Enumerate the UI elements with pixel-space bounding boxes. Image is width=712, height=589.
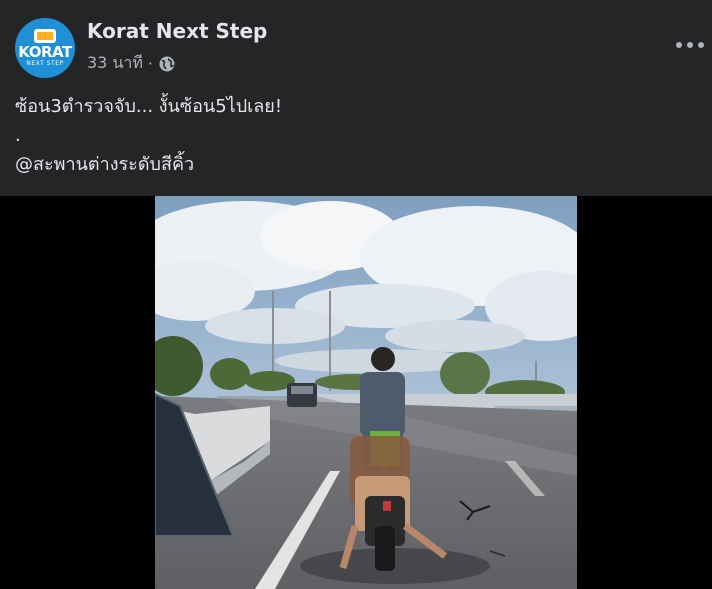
post-header: KORAT NEXT STEP Korat Next Step 33 นาที … bbox=[0, 0, 712, 196]
post-photo[interactable] bbox=[155, 196, 577, 589]
caption-line[interactable]: @สะพานต่างระดับสีคิ้ว bbox=[15, 150, 282, 179]
post-timestamp[interactable]: 33 นาที bbox=[87, 51, 143, 76]
post-meta: 33 นาที · bbox=[87, 51, 176, 76]
page-avatar[interactable]: KORAT NEXT STEP bbox=[15, 18, 75, 78]
caption-line: ซ้อน3ตำรวจจับ... งั้นซ้อน5ไปเลย! bbox=[15, 96, 283, 117]
more-options-icon[interactable] bbox=[676, 36, 704, 54]
post-caption: ซ้อน3ตำรวจจับ... งั้นซ้อน5ไปเลย! . @สะพา… bbox=[15, 92, 282, 179]
page-name-link[interactable]: Korat Next Step bbox=[87, 19, 267, 43]
meta-separator: · bbox=[147, 54, 154, 73]
avatar-logo-subtext: NEXT STEP bbox=[26, 60, 64, 67]
logo-icon bbox=[34, 29, 56, 43]
post-media[interactable] bbox=[0, 196, 712, 589]
globe-icon[interactable] bbox=[158, 55, 176, 73]
avatar-logo-text: KORAT bbox=[18, 43, 72, 61]
caption-line: . bbox=[15, 125, 21, 146]
